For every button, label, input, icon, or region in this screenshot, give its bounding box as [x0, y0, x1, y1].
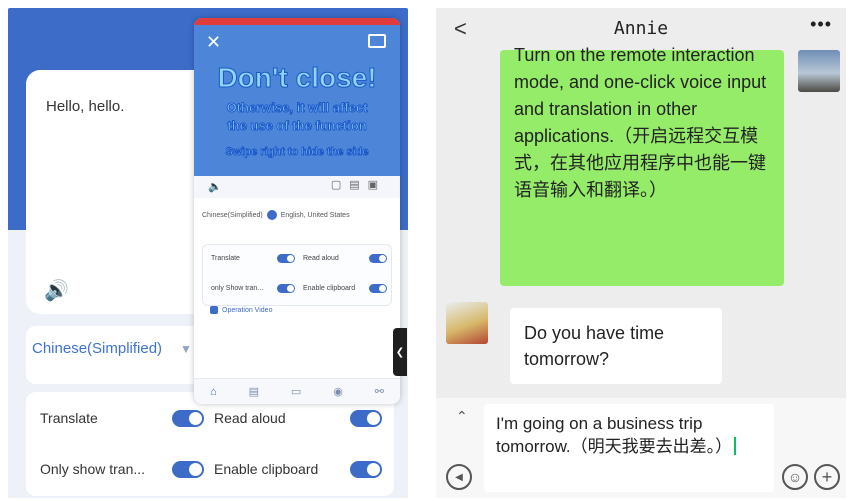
only-show-toggle[interactable]	[172, 461, 204, 478]
overlay-lang-to[interactable]: English, United States	[281, 212, 350, 219]
translator-app-screen: Hello, hello. 🔊 Chinese(Simplified) ▼ Tr…	[8, 8, 408, 498]
checkbox-icon	[210, 306, 218, 314]
options-card	[26, 392, 394, 496]
operation-guide-link[interactable]: Operation Video	[210, 306, 272, 314]
chat-icon[interactable]: ▭	[291, 385, 301, 398]
received-message-bubble[interactable]: Do you have time tomorrow?	[510, 308, 722, 384]
overlay-bottom-nav: ⌂ ▤ ▭ ◉ ⚯	[194, 378, 400, 404]
overlay-translate-toggle[interactable]	[277, 254, 295, 263]
overlay-only-show-label: only Show tran...	[211, 285, 264, 292]
sent-message-text: Turn on the remote interaction mode, and…	[514, 45, 767, 200]
text-cursor	[734, 437, 737, 455]
translate-icon[interactable]: ▤	[249, 385, 259, 398]
overlay-lang-from[interactable]: Chinese(Simplified)	[202, 212, 263, 219]
overlay-read-aloud-toggle[interactable]	[369, 254, 387, 263]
voice-icon[interactable]: ◀	[446, 464, 472, 490]
chevron-up-icon[interactable]: ⌃	[456, 408, 468, 425]
translate-toggle[interactable]	[172, 410, 204, 427]
input-text: I'm going on a business trip tomorrow.（明…	[496, 414, 733, 456]
overlay-clipboard-toggle[interactable]	[369, 284, 387, 293]
only-show-label: Only show tran...	[40, 461, 146, 477]
read-aloud-toggle[interactable]	[350, 410, 382, 427]
speaker-icon[interactable]: 🔈	[208, 180, 222, 193]
sent-message-bubble[interactable]: Turn on the remote interaction mode, and…	[500, 45, 784, 286]
window-icon[interactable]	[368, 34, 386, 48]
overlay-translate-label: Translate	[211, 255, 240, 262]
overlay-language-row[interactable]: Chinese(Simplified) English, United Stat…	[202, 204, 392, 226]
clipboard-toggle[interactable]	[350, 461, 382, 478]
contact-name: Annie	[613, 18, 669, 39]
overlay-only-show-toggle[interactable]	[277, 284, 295, 293]
clipboard-label: Enable clipboard	[214, 461, 319, 477]
toolbar-icons[interactable]: ▢▤▣	[331, 178, 386, 191]
received-message-text: Do you have time tomorrow?	[524, 323, 665, 369]
home-icon[interactable]: ⌂	[210, 386, 217, 398]
camera-icon[interactable]: ◉	[333, 385, 343, 398]
read-aloud-label: Read aloud	[214, 410, 286, 426]
contact-avatar[interactable]	[446, 302, 488, 344]
emoji-icon[interactable]: ☺	[782, 464, 808, 490]
close-icon[interactable]: ✕	[206, 32, 221, 53]
overlay-options: Translate Read aloud only Show tran... E…	[202, 244, 392, 306]
swipe-hint: Swipe right to hide the side	[225, 146, 369, 159]
status-bar	[194, 18, 400, 25]
message-input[interactable]: I'm going on a business trip tomorrow.（明…	[484, 404, 774, 492]
side-drawer-handle[interactable]: ❮	[393, 328, 407, 376]
my-avatar[interactable]	[798, 50, 840, 92]
translate-label: Translate	[40, 410, 98, 426]
speaker-icon[interactable]: 🔊	[44, 278, 69, 303]
swap-icon[interactable]	[266, 210, 277, 220]
guide-link-label[interactable]: Operation Video	[222, 307, 272, 314]
floating-window[interactable]: ✕ Don't close! Otherwise, it will affect…	[194, 18, 400, 404]
chat-screen: < Annie ••• Turn on the remote interacti…	[436, 8, 846, 498]
input-text[interactable]: Hello, hello.	[46, 98, 124, 115]
source-language[interactable]: Chinese(Simplified)	[32, 340, 162, 357]
overlay-clipboard-label: Enable clipboard	[303, 285, 356, 292]
warning-title: Don't close!	[217, 62, 377, 94]
overlay-read-aloud-label: Read aloud	[303, 255, 339, 262]
more-icon[interactable]: •••	[810, 14, 832, 35]
plus-icon[interactable]: +	[814, 464, 840, 490]
chevron-down-icon[interactable]: ▼	[180, 342, 192, 356]
warning-line-2: the use of the function	[227, 118, 367, 134]
warning-line-1: Otherwise, it will affect	[226, 100, 368, 116]
microphone-icon[interactable]: ⚯	[375, 385, 384, 398]
